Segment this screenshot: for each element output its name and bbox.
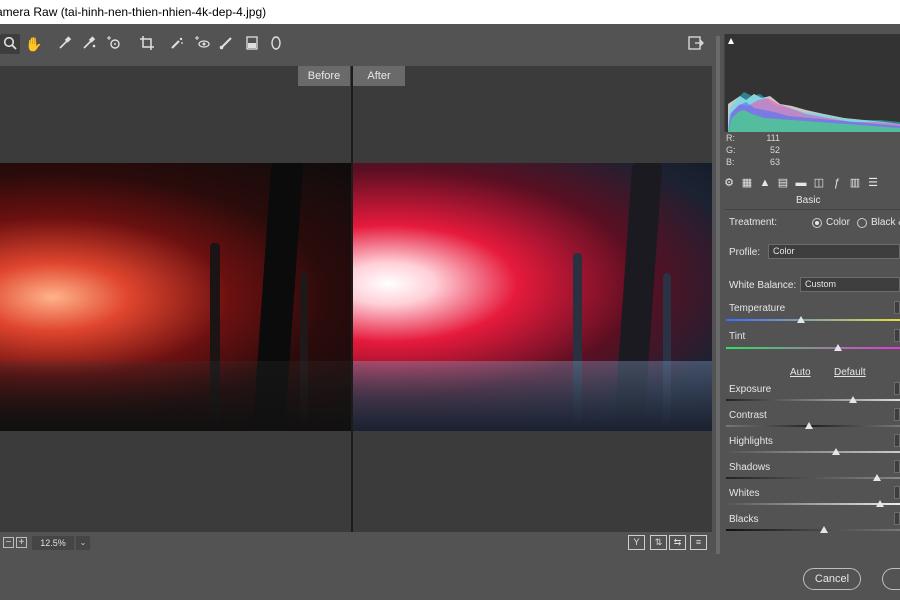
tool-bar: ✋ xyxy=(0,24,716,66)
tint-value-field[interactable] xyxy=(894,329,900,342)
shadows-slider-thumb[interactable] xyxy=(873,474,881,481)
window-title-bar: amera Raw (tai-hinh-nen-thien-nhien-4k-d… xyxy=(0,0,900,24)
g-value: 52 xyxy=(769,145,780,155)
profile-select[interactable]: Color xyxy=(768,244,900,259)
contrast-slider-thumb[interactable] xyxy=(805,422,813,429)
camera-calibration-icon[interactable]: ▥ xyxy=(848,176,862,190)
tint-label: Tint xyxy=(729,331,746,342)
profile-label: Profile: xyxy=(729,247,761,258)
panel-scrollbar[interactable] xyxy=(716,36,720,556)
treatment-bw-radio[interactable] xyxy=(857,218,867,228)
radial-filter-icon[interactable] xyxy=(266,34,286,54)
zoom-level-field[interactable]: 12.5% xyxy=(32,536,74,550)
red-eye-icon[interactable] xyxy=(192,34,212,54)
temperature-label: Temperature xyxy=(729,303,786,314)
effects-icon[interactable]: ƒ xyxy=(830,176,844,190)
tint-slider-thumb[interactable] xyxy=(834,344,842,351)
treatment-color-label: Color xyxy=(826,217,850,228)
r-value: 111 xyxy=(766,133,780,143)
white-balance-label: White Balance: xyxy=(729,280,797,291)
after-image xyxy=(353,163,712,431)
before-image xyxy=(0,163,351,431)
blacks-slider[interactable] xyxy=(726,529,900,531)
panel-tabs: ⚙ ▦ ▲ ▤ ▬ ◫ ƒ ▥ ☰ xyxy=(720,174,900,192)
view-mode-toggle-button[interactable]: Y xyxy=(628,535,645,550)
auto-link[interactable]: Auto xyxy=(790,367,811,378)
temperature-slider-thumb[interactable] xyxy=(797,316,805,323)
zoom-in-button[interactable]: + xyxy=(16,537,27,548)
exposure-slider-thumb[interactable] xyxy=(849,396,857,403)
blacks-label: Blacks xyxy=(729,514,759,525)
b-label: B: xyxy=(726,157,735,167)
blacks-slider-thumb[interactable] xyxy=(820,526,828,533)
r-label: R: xyxy=(726,133,735,143)
export-icon[interactable] xyxy=(686,34,706,54)
hand-icon[interactable]: ✋ xyxy=(24,34,44,54)
color-sampler-icon[interactable] xyxy=(79,34,99,54)
treatment-label: Treatment: xyxy=(729,217,777,228)
ok-button[interactable] xyxy=(882,568,900,590)
before-after-divider xyxy=(351,66,353,532)
tint-slider[interactable] xyxy=(726,347,900,349)
contrast-value-field[interactable] xyxy=(894,408,900,421)
graduated-filter-icon[interactable] xyxy=(242,34,262,54)
treatment-bw-label: Black & xyxy=(871,217,900,228)
exposure-value-field[interactable] xyxy=(894,382,900,395)
adjustments-panel: R: 111 G: 52 B: 63 ⚙ ▦ ▲ ▤ ▬ ◫ ƒ ▥ ☰ Basic … xyxy=(716,24,900,556)
zoom-out-button[interactable]: − xyxy=(3,537,14,548)
presets-icon[interactable]: ☰ xyxy=(866,176,880,190)
whites-slider[interactable] xyxy=(726,503,900,505)
tone-curve-icon[interactable]: ▦ xyxy=(740,176,754,190)
highlights-slider[interactable] xyxy=(726,451,900,453)
treatment-color-radio[interactable] xyxy=(812,218,822,228)
lens-corrections-icon[interactable]: ◫ xyxy=(812,176,826,190)
targeted-adjust-icon[interactable] xyxy=(104,34,124,54)
after-label: After xyxy=(353,66,405,86)
spot-removal-icon[interactable] xyxy=(167,34,187,54)
b-value: 63 xyxy=(769,157,780,167)
zoom-icon[interactable] xyxy=(0,34,20,54)
before-label: Before xyxy=(298,66,350,86)
shadows-value-field[interactable] xyxy=(894,460,900,473)
highlights-slider-thumb[interactable] xyxy=(832,448,840,455)
window-title: amera Raw (tai-hinh-nen-thien-nhien-4k-d… xyxy=(0,5,267,19)
exposure-label: Exposure xyxy=(729,384,772,395)
exposure-slider[interactable] xyxy=(726,399,900,401)
toggle-settings-button[interactable]: ≡ xyxy=(690,535,707,550)
highlights-value-field[interactable] xyxy=(894,434,900,447)
whites-slider-thumb[interactable] xyxy=(876,500,884,507)
histogram xyxy=(724,34,900,132)
status-bar: − + 12.5% ⌄ Y ⇅ ⇆ ≡ xyxy=(0,532,712,554)
copy-settings-button[interactable]: ⇆ xyxy=(669,535,686,550)
whites-label: Whites xyxy=(729,488,760,499)
basic-panel-icon[interactable]: ⚙ xyxy=(722,176,736,190)
hsl-icon[interactable]: ▤ xyxy=(776,176,790,190)
brush-icon[interactable] xyxy=(216,34,236,54)
blacks-value-field[interactable] xyxy=(894,512,900,525)
highlights-label: Highlights xyxy=(729,436,773,447)
whites-value-field[interactable] xyxy=(894,486,900,499)
default-link[interactable]: Default xyxy=(834,367,866,378)
temperature-slider[interactable] xyxy=(726,319,900,321)
contrast-label: Contrast xyxy=(729,410,767,421)
shadows-label: Shadows xyxy=(729,462,771,473)
dialog-footer: Cancel xyxy=(0,554,900,600)
white-balance-select[interactable]: Custom xyxy=(800,277,900,292)
white-balance-icon[interactable] xyxy=(55,34,75,54)
image-preview-area[interactable]: Before After xyxy=(0,66,712,532)
g-label: G: xyxy=(726,145,736,155)
crop-icon[interactable] xyxy=(137,34,157,54)
rgb-readout: R: 111 G: 52 B: 63 xyxy=(726,132,786,176)
cancel-button[interactable]: Cancel xyxy=(803,568,861,590)
panel-divider xyxy=(724,209,900,210)
temperature-value-field[interactable] xyxy=(894,301,900,314)
zoom-dropdown-button[interactable]: ⌄ xyxy=(76,536,90,550)
swap-before-after-button[interactable]: ⇅ xyxy=(650,535,667,550)
panel-title: Basic xyxy=(796,195,821,206)
contrast-slider[interactable] xyxy=(726,425,900,427)
detail-icon[interactable]: ▲ xyxy=(758,176,772,190)
split-toning-icon[interactable]: ▬ xyxy=(794,176,808,190)
